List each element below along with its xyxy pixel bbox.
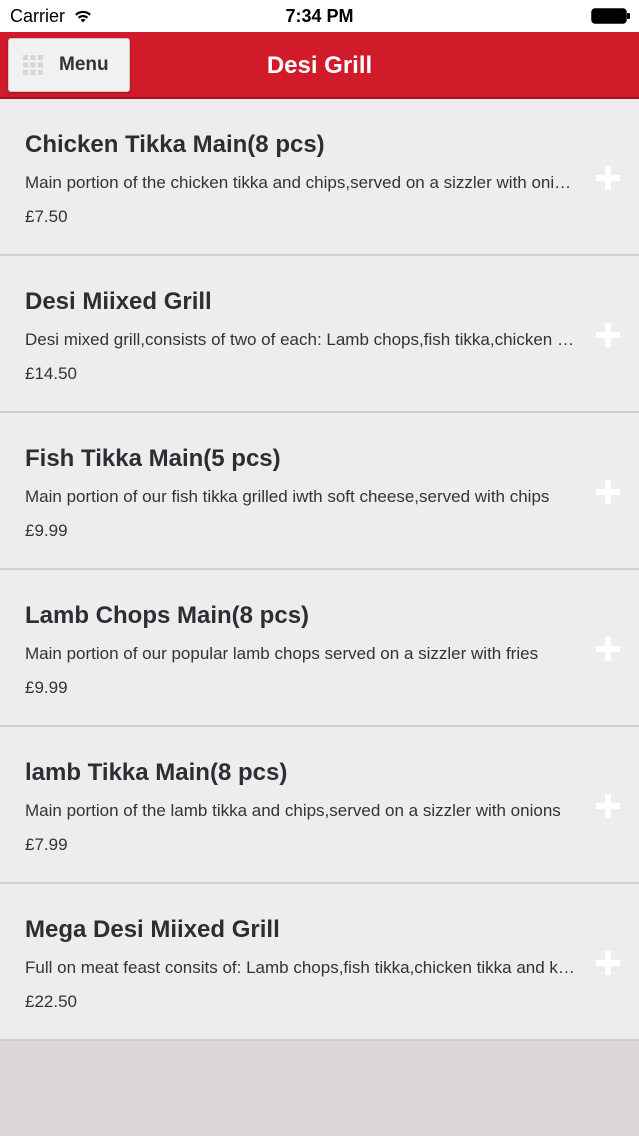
list-item[interactable]: Desi Miixed Grill Desi mixed grill,consi… [0, 256, 639, 413]
list-item[interactable]: Fish Tikka Main(5 pcs) Main portion of o… [0, 413, 639, 570]
grid-icon [23, 55, 43, 75]
item-description: Main portion of our fish tikka grilled i… [25, 487, 550, 506]
list-item[interactable]: lamb Tikka Main(8 pcs) Main portion of t… [0, 727, 639, 884]
plus-icon[interactable] [596, 166, 620, 190]
app-header: Menu Desi Grill [0, 32, 639, 99]
plus-icon[interactable] [596, 480, 620, 504]
item-name: Lamb Chops Main(8 pcs) [25, 602, 310, 629]
list-item[interactable]: Mega Desi Miixed Grill Full on meat feas… [0, 884, 639, 1041]
battery-icon [591, 8, 630, 24]
status-bar: Carrier 7:34 PM [0, 0, 639, 32]
item-price: £22.50 [25, 992, 77, 1011]
status-time: 7:34 PM [285, 6, 354, 26]
item-description: Full on meat feast consits of: Lamb chop… [25, 958, 577, 977]
menu-label: Menu [59, 54, 109, 75]
item-price: £9.99 [25, 678, 68, 697]
item-price: £7.50 [25, 207, 68, 226]
item-description: Desi mixed grill,consists of two of each… [25, 330, 577, 349]
menu-item-list: Chicken Tikka Main(8 pcs) Main portion o… [0, 99, 639, 1041]
item-name: Fish Tikka Main(5 pcs) [25, 445, 281, 472]
list-item[interactable]: Chicken Tikka Main(8 pcs) Main portion o… [0, 99, 639, 256]
plus-icon[interactable] [596, 951, 620, 975]
plus-icon[interactable] [596, 637, 620, 661]
list-item[interactable]: Lamb Chops Main(8 pcs) Main portion of o… [0, 570, 639, 727]
item-description: Main portion of the chicken tikka and ch… [25, 173, 577, 192]
item-price: £7.99 [25, 835, 68, 854]
item-name: Mega Desi Miixed Grill [25, 916, 280, 943]
item-name: lamb Tikka Main(8 pcs) [25, 759, 288, 786]
item-name: Chicken Tikka Main(8 pcs) [25, 131, 325, 158]
item-name: Desi Miixed Grill [25, 288, 212, 315]
plus-icon[interactable] [596, 794, 620, 818]
menu-button[interactable]: Menu [8, 38, 130, 92]
item-description: Main portion of our popular lamb chops s… [25, 644, 539, 663]
plus-icon[interactable] [596, 323, 620, 347]
item-description: Main portion of the lamb tikka and chips… [25, 801, 561, 820]
item-price: £9.99 [25, 521, 68, 540]
item-price: £14.50 [25, 364, 77, 383]
